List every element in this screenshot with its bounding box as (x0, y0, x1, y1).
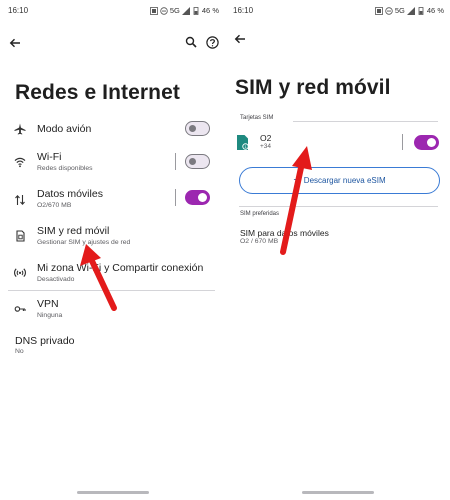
gesture-navigation-bar[interactable] (76, 491, 149, 494)
item-subtitle: Desactivado (37, 276, 75, 283)
wifi-toggle[interactable] (185, 154, 210, 169)
divider-vertical (175, 189, 176, 206)
item-title: VPN (37, 298, 59, 310)
sim-name: O2 (260, 133, 272, 143)
status-bar: 16:10 5G 46 % (8, 6, 219, 18)
settings-item-mobile-data[interactable]: Datos móviles O2/670 MB (0, 184, 225, 214)
item-title: SIM y red móvil (37, 225, 110, 237)
item-title: SIM para datos móviles (240, 228, 329, 238)
vpn-key-icon (14, 306, 26, 312)
section-label-sim-cards: Tarjetas SIM (240, 115, 274, 121)
item-title: Wi-Fi (37, 151, 62, 163)
do-not-disturb-icon (160, 6, 168, 15)
battery-level: 46 % (201, 6, 219, 15)
back-arrow-icon[interactable] (233, 32, 247, 46)
preferred-data-sim-row[interactable]: SIM para datos móviles O2 / 670 MB (225, 227, 450, 251)
signal-icon (406, 6, 415, 15)
battery-icon (193, 6, 199, 15)
network-type: 5G (394, 6, 405, 15)
mobile-data-toggle[interactable] (185, 190, 210, 205)
item-subtitle: No (15, 348, 24, 355)
item-title: Modo avión (37, 123, 92, 135)
help-icon[interactable] (206, 36, 219, 49)
svg-text:1: 1 (244, 145, 246, 149)
gesture-navigation-bar[interactable] (301, 491, 374, 494)
toggle-knob (198, 192, 207, 202)
network-type: 5G (169, 6, 180, 15)
sim-card-icon: 1 (237, 135, 249, 150)
screenshot-icon (374, 6, 383, 15)
item-title: Datos móviles (37, 188, 103, 200)
status-icons: 5G 46 % (374, 6, 444, 15)
settings-item-sim-network[interactable]: SIM y red móvil Gestionar SIM y ajustes … (0, 222, 225, 252)
settings-item-private-dns[interactable]: DNS privado No (0, 335, 225, 361)
divider-vertical (175, 153, 176, 170)
battery-icon (418, 6, 424, 15)
item-subtitle: O2 / 670 MB (240, 238, 279, 245)
section-label-preferred: SIM preferidas (240, 211, 280, 217)
sim-toggle[interactable] (414, 135, 439, 150)
status-time: 16:10 (8, 6, 29, 15)
status-icons: 5G 46 % (149, 6, 219, 15)
signal-icon (181, 6, 190, 15)
sim-number: +34 (260, 143, 272, 150)
plus-icon: + (293, 174, 300, 186)
page-title: Redes e Internet (15, 81, 180, 104)
sim-card-icon (16, 230, 25, 242)
item-subtitle: O2/670 MB (37, 202, 72, 209)
page-title: SIM y red móvil (235, 76, 391, 99)
status-bar: 16:10 5G 46 % (233, 6, 444, 18)
divider (293, 121, 438, 122)
hotspot-icon (14, 268, 26, 277)
divider-vertical (402, 134, 403, 150)
download-esim-button[interactable]: + Descargar nueva eSIM (239, 167, 440, 194)
toggle-knob (189, 157, 196, 165)
settings-item-wifi[interactable]: Wi-Fi Redes disponibles (0, 148, 225, 178)
back-arrow-icon[interactable] (8, 36, 22, 50)
settings-item-hotspot[interactable]: Mi zona Wi-Fi y Compartir conexión Desac… (0, 259, 225, 289)
screenshot-icon (149, 6, 158, 15)
settings-item-vpn[interactable]: VPN Ninguna (0, 296, 225, 326)
battery-level: 46 % (426, 6, 444, 15)
airplane-icon (14, 123, 26, 135)
sim-card-row[interactable]: 1 O2 +34 (225, 130, 450, 158)
divider (8, 290, 215, 291)
search-icon[interactable] (185, 36, 197, 48)
item-title: Mi zona Wi-Fi y Compartir conexión (37, 262, 204, 274)
do-not-disturb-icon (385, 6, 393, 15)
wifi-icon (14, 157, 26, 168)
data-transfer-icon (15, 194, 25, 206)
airplane-mode-toggle[interactable] (185, 121, 210, 136)
screen-redes-internet: 16:10 5G 46 % Redes e Internet Modo avió… (0, 0, 225, 500)
divider (239, 206, 438, 207)
top-app-bar (225, 30, 450, 48)
item-title: DNS privado (15, 335, 75, 347)
settings-item-airplane-mode[interactable]: Modo avión (0, 116, 225, 142)
item-subtitle: Redes disponibles (37, 165, 93, 172)
item-subtitle: Gestionar SIM y ajustes de red (37, 239, 131, 246)
status-time: 16:10 (233, 6, 254, 15)
top-app-bar (0, 34, 225, 52)
download-esim-label: Descargar nueva eSIM (303, 176, 386, 185)
toggle-knob (189, 124, 196, 132)
screen-sim-red-movil: 16:10 5G 46 % SIM y red móvil Tarjetas S… (225, 0, 450, 500)
item-subtitle: Ninguna (37, 312, 63, 319)
toggle-knob (427, 137, 436, 147)
